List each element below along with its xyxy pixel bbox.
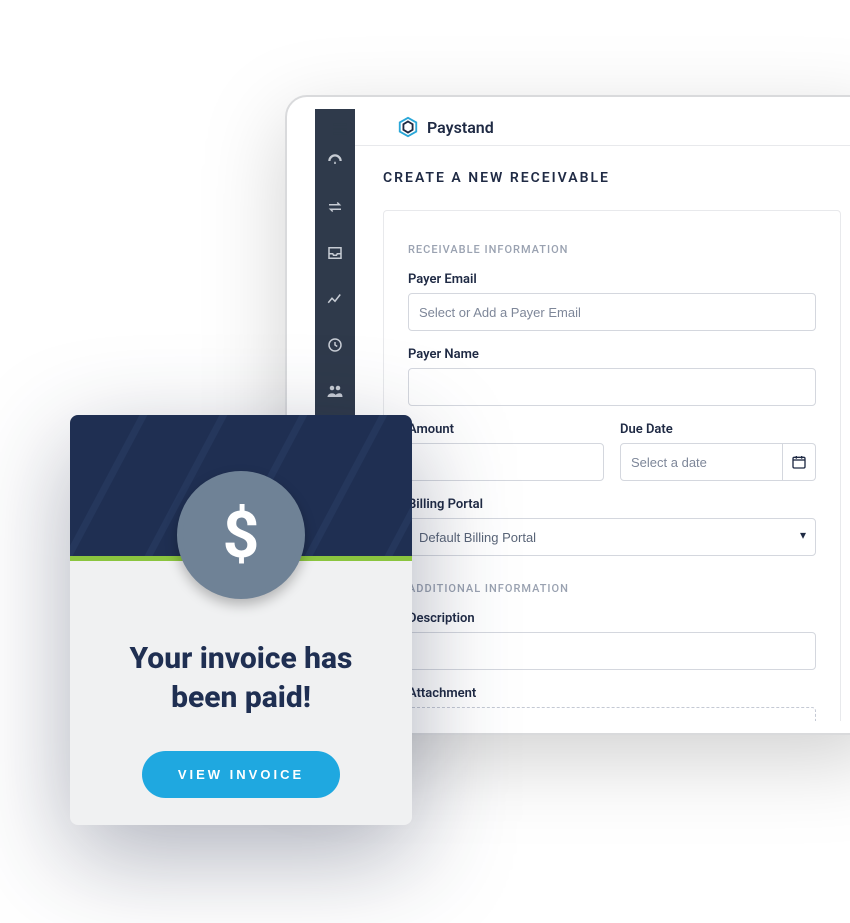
billing-portal-select[interactable]: Default Billing Portal [408,518,816,556]
label-attachment: Attachment [408,686,816,701]
label-amount: Amount [408,422,604,437]
label-billing-portal: Billing Portal [408,497,816,512]
analytics-icon[interactable] [323,287,347,311]
payer-email-input[interactable] [408,293,816,331]
inbox-icon[interactable] [323,241,347,265]
history-icon[interactable] [323,333,347,357]
menu-toggle[interactable] [329,118,351,140]
due-date-input[interactable] [620,443,783,481]
brand-name: Paystand [427,118,494,137]
customers-icon[interactable] [323,379,347,403]
amount-input[interactable] [408,443,604,481]
calendar-button[interactable] [783,443,816,481]
label-payer-email: Payer Email [408,272,816,287]
label-due-date: Due Date [620,422,816,437]
paystand-logo-icon [397,116,419,138]
main-area: Paystand CREATE A NEW RECEIVABLE RECEIVA… [355,109,850,721]
dollar-coin-icon: $ [177,471,305,599]
label-payer-name: Payer Name [408,347,816,362]
transfers-icon[interactable] [323,195,347,219]
invoice-paid-card: $ Your invoice has been paid! VIEW INVOI… [70,415,412,825]
section-receivable-info: RECEIVABLE INFORMATION [408,243,816,256]
label-description: Description [408,611,816,626]
topbar: Paystand [355,109,850,146]
form-panel: RECEIVABLE INFORMATION Payer Email Payer… [383,210,841,721]
dashboard-icon[interactable] [323,149,347,173]
description-input[interactable] [408,632,816,670]
calendar-icon [791,454,807,470]
payer-name-input[interactable] [408,368,816,406]
paid-title: Your invoice has been paid! [94,639,388,717]
view-invoice-button[interactable]: VIEW INVOICE [142,751,340,798]
section-additional-info: ADDITIONAL INFORMATION [408,582,816,595]
page-body: CREATE A NEW RECEIVABLE RECEIVABLE INFOR… [355,146,850,721]
attachment-dropzone[interactable] [408,707,816,721]
page-title: CREATE A NEW RECEIVABLE [383,170,841,186]
